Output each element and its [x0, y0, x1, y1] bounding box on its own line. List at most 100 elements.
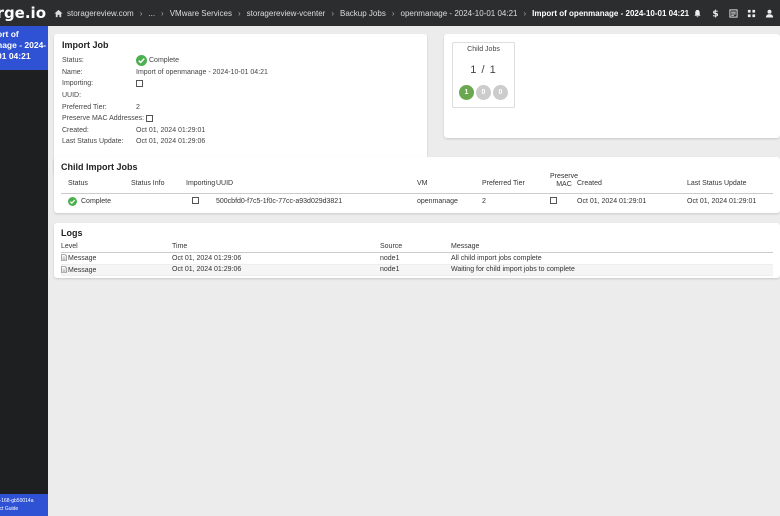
home-icon[interactable] [54, 9, 63, 18]
column-header[interactable]: Preserve MAC [550, 173, 578, 189]
bell-icon[interactable] [693, 9, 702, 18]
breadcrumb-item-openmanage[interactable]: openmanage - 2024-10-01 04:21 [401, 9, 518, 18]
field-uuid: UUID: [62, 90, 419, 102]
column-header[interactable]: UUID [216, 180, 233, 187]
column-header-line: Preserve [550, 173, 579, 180]
import-job-panel: Import Job Status: Complete Name: Import… [54, 34, 427, 175]
log-time: Oct 01, 2024 01:29:06 [172, 266, 242, 274]
field-value: Import of openmanage - 2024-10-01 04:21 [136, 68, 268, 76]
document-icon [61, 254, 67, 262]
table-header: Level Time Source Message [61, 241, 773, 253]
column-header[interactable]: Level [61, 243, 78, 250]
breadcrumb-item-vcenter[interactable]: storagereview-vcenter [247, 9, 326, 18]
dollar-icon[interactable]: $ [711, 9, 720, 18]
brand-logo[interactable]: rge.io [0, 0, 48, 26]
field-value: Complete [149, 57, 179, 65]
top-icons: $ [693, 0, 780, 26]
badge-complete[interactable]: 1 [459, 85, 474, 100]
sidebar: ort of nage - 2024- 01 04:21 on-168-gb50… [0, 26, 48, 516]
field-label: Status: [62, 57, 84, 65]
column-header[interactable]: Status [68, 180, 88, 187]
log-time: Oct 01, 2024 01:29:06 [172, 254, 242, 262]
user-icon[interactable] [765, 9, 774, 18]
table-row[interactable]: Message Oct 01, 2024 01:29:06 node1 All … [61, 253, 773, 265]
row-status: Complete [81, 197, 111, 205]
main-content: Import Job Status: Complete Name: Import… [48, 26, 780, 516]
column-header[interactable]: Source [380, 243, 402, 250]
row-last-status-update: Oct 01, 2024 01:29:01 [687, 197, 757, 205]
sidebar-item-label: ort of [0, 29, 19, 39]
log-level: Message [68, 255, 97, 263]
field-label: Preserve MAC Addresses: [62, 115, 145, 123]
column-header[interactable]: Last Status Update [687, 180, 747, 187]
logs-title: Logs [61, 228, 83, 238]
table-row[interactable]: Complete 500cbfd0-f7c5-1f0c-77cc-a93d029… [61, 194, 773, 208]
field-value: 2 [136, 103, 140, 111]
field-label: Created: [62, 126, 89, 134]
log-message: All child import jobs complete [451, 254, 542, 262]
field-label: Preferred Tier: [62, 103, 107, 111]
column-header[interactable]: Created [577, 180, 602, 187]
breadcrumb: storagereview.com › ... › VMware Service… [48, 9, 689, 18]
row-created: Oct 01, 2024 01:29:01 [577, 197, 647, 205]
breadcrumb-separator-icon: › [139, 8, 143, 18]
table-header: Status Status Info Importing UUID VM Pre… [61, 173, 773, 194]
top-bar: rge.io storagereview.com › ... › VMware … [0, 0, 780, 26]
column-header[interactable]: Importing [186, 180, 215, 187]
child-jobs-badges: 1 0 0 [453, 85, 514, 100]
badge-running[interactable]: 0 [476, 85, 491, 100]
breadcrumb-item-current: Import of openmanage - 2024-10-01 04:21 [532, 8, 690, 18]
breadcrumb-item-vmware-services[interactable]: VMware Services [170, 9, 232, 18]
field-importing: Importing: [62, 78, 419, 90]
column-header[interactable]: Message [451, 243, 479, 250]
breadcrumb-separator-icon: › [523, 8, 527, 18]
table-row[interactable]: Message Oct 01, 2024 01:29:06 node1 Wait… [61, 264, 773, 276]
sidebar-item-active[interactable]: ort of nage - 2024- 01 04:21 [0, 26, 48, 70]
list-icon[interactable] [729, 8, 738, 18]
row-preferred-tier: 2 [482, 197, 486, 205]
document-icon [61, 265, 67, 273]
import-job-title: Import Job [62, 40, 109, 50]
breadcrumb-separator-icon: › [391, 8, 395, 18]
importing-checkbox [136, 80, 143, 88]
column-header[interactable]: Preferred Tier [482, 180, 525, 187]
field-last-status-update: Last Status Update: Oct 01, 2024 01:29:0… [62, 136, 419, 148]
row-uuid: 500cbfd0-f7c5-1f0c-77cc-a93d029d3821 [216, 197, 343, 205]
product-guide-link[interactable]: duct Guide [0, 505, 48, 513]
breadcrumb-separator-icon: › [331, 8, 335, 18]
grid-icon[interactable] [747, 9, 756, 18]
child-jobs-count: 1 / 1 [470, 64, 497, 76]
log-message: Waiting for child import jobs to complet… [451, 266, 575, 274]
breadcrumb-item-ellipsis[interactable]: ... [148, 9, 155, 18]
log-level: Message [68, 266, 97, 274]
column-header[interactable]: VM [417, 180, 428, 187]
column-header[interactable]: Status Info [131, 180, 164, 187]
log-source: node1 [380, 254, 400, 262]
breadcrumb-item-backup-jobs[interactable]: Backup Jobs [340, 9, 386, 18]
column-header-line: MAC [556, 181, 572, 188]
field-value: Oct 01, 2024 01:29:06 [136, 138, 206, 146]
preserve-mac-checkbox [146, 115, 154, 123]
breadcrumb-separator-icon: › [161, 8, 164, 18]
svg-text:$: $ [712, 9, 718, 17]
child-import-jobs-panel: Child Import Jobs Status Status Info Imp… [54, 157, 780, 213]
breadcrumb-item-storagereview[interactable]: storagereview.com [67, 9, 134, 18]
child-jobs-title: Child Jobs [467, 46, 500, 53]
column-header[interactable]: Time [172, 243, 187, 250]
breadcrumb-separator-icon: › [237, 8, 241, 18]
badge-error[interactable]: 0 [493, 85, 508, 100]
complete-check-icon [68, 196, 77, 206]
field-preferred-tier: Preferred Tier: 2 [62, 101, 419, 113]
field-label: Last Status Update: [62, 138, 124, 146]
preserve-mac-checkbox [550, 197, 557, 204]
field-status: Status: Complete [62, 55, 419, 67]
field-label: Importing: [62, 80, 94, 88]
field-label: UUID: [62, 92, 82, 100]
field-label: Name: [62, 68, 83, 76]
complete-check-icon [136, 55, 147, 67]
child-import-jobs-title: Child Import Jobs [61, 162, 138, 172]
sidebar-footer: on-168-gb50014a duct Guide [0, 494, 48, 516]
child-jobs-panel: Child Jobs 1 / 1 1 0 0 [444, 34, 780, 138]
row-vm[interactable]: openmanage [417, 198, 458, 205]
logs-panel: Logs Level Time Source Message Message O… [54, 223, 780, 278]
